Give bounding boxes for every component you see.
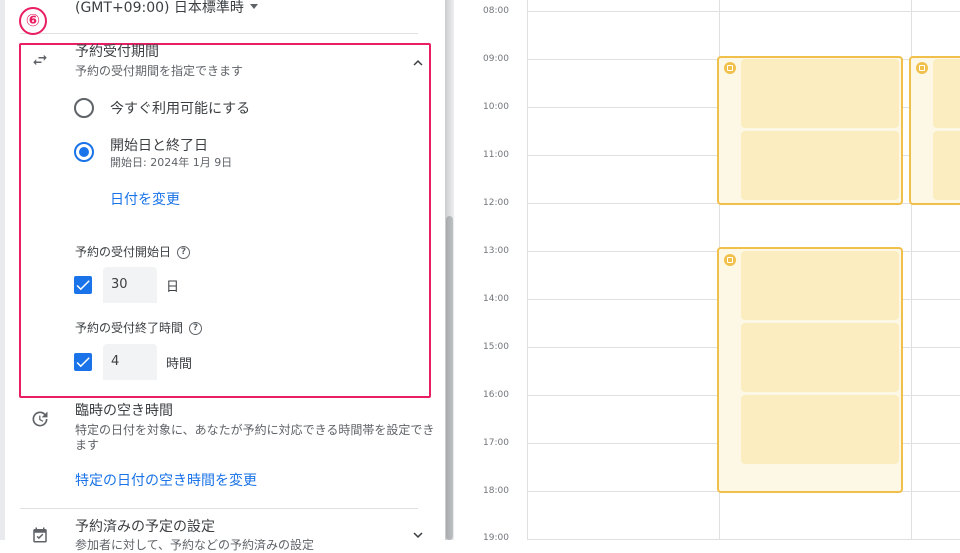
start-days-input[interactable]: 30 — [103, 267, 157, 303]
time-label: 09:00 — [483, 54, 509, 64]
option-label-available-now: 今すぐ利用可能にする — [110, 101, 251, 117]
appointment-slot[interactable] — [741, 395, 899, 464]
booked-settings-subtitle: 参加者に対して、予約などの予約済みの設定 — [75, 538, 315, 552]
time-label: 11:00 — [483, 150, 509, 160]
time-label: 17:00 — [483, 438, 509, 448]
time-label: 18:00 — [483, 486, 509, 496]
time-label: 10:00 — [483, 102, 509, 112]
time-label: 16:00 — [483, 390, 509, 400]
time-label: 14:00 — [483, 294, 509, 304]
appointment-grid-icon — [724, 254, 736, 266]
swap-arrows-icon — [33, 54, 47, 66]
start-days-label: 予約の受付開始日 — [75, 245, 172, 259]
time-label: 12:00 — [483, 198, 509, 208]
appointment-slot[interactable] — [741, 131, 899, 200]
appointment-slot[interactable] — [741, 59, 899, 128]
section-title-booking-window: 予約受付期間 — [75, 44, 159, 60]
grid-hline — [527, 11, 960, 12]
checkmark-icon — [76, 280, 90, 291]
appointment-slot[interactable] — [933, 131, 960, 200]
divider — [20, 508, 418, 509]
panel-shadow — [445, 0, 455, 540]
end-hours-unit: 時間 — [166, 357, 193, 372]
appointment-slot[interactable] — [933, 59, 960, 128]
chevron-up-icon[interactable] — [409, 54, 427, 72]
start-days-unit: 日 — [166, 280, 180, 295]
end-hours-input[interactable]: 4 — [103, 344, 157, 380]
dropdown-caret-icon[interactable] — [250, 4, 258, 9]
appointment-slot[interactable] — [741, 323, 899, 392]
appointment-slot[interactable] — [741, 251, 899, 320]
temp-availability-desc-line2: ます — [75, 438, 100, 452]
section-subtitle-booking-window: 予約の受付期間を指定できます — [75, 64, 244, 78]
grid-vline — [527, 0, 528, 540]
divider — [20, 33, 418, 34]
section-title-temp-availability: 臨時の空き時間 — [75, 403, 173, 419]
checkmark-icon — [76, 357, 90, 368]
time-label: 13:00 — [483, 246, 509, 256]
temp-availability-desc-line1: 特定の日付を対象に、あなたが予約に対応できる時間帯を設定でき — [75, 423, 435, 437]
radio-start-end-date[interactable] — [74, 142, 94, 162]
calendar-check-icon — [33, 527, 47, 543]
help-icon[interactable]: ? — [177, 246, 190, 259]
step-marker-badge: ⑥ — [19, 7, 47, 35]
end-hours-checkbox[interactable] — [74, 353, 92, 371]
highlight-frame — [19, 43, 431, 398]
end-hours-label: 予約の受付終了時間 — [75, 321, 184, 335]
appointment-grid-icon — [724, 62, 736, 74]
option-label-start-end-date: 開始日と終了日 — [110, 138, 208, 154]
section-title-booked-settings: 予約済みの予定の設定 — [75, 519, 215, 535]
change-specific-date-link[interactable]: 特定の日付の空き時間を変更 — [75, 470, 257, 490]
appointment-grid-icon — [916, 62, 928, 74]
change-date-link[interactable]: 日付を変更 — [110, 189, 180, 209]
time-label: 08:00 — [483, 6, 509, 16]
chevron-down-icon[interactable] — [409, 526, 427, 544]
start-date-text: 開始日: 2024年 1月 9日 — [110, 156, 233, 169]
radio-available-now[interactable] — [74, 98, 94, 118]
timezone-select-value[interactable]: (GMT+09:00) 日本標準時 — [75, 0, 244, 17]
start-days-checkbox[interactable] — [74, 276, 92, 294]
clock-refresh-icon — [32, 411, 48, 427]
time-label: 19:00 — [483, 533, 509, 543]
help-icon[interactable]: ? — [189, 322, 202, 335]
time-label: 15:00 — [483, 342, 509, 352]
